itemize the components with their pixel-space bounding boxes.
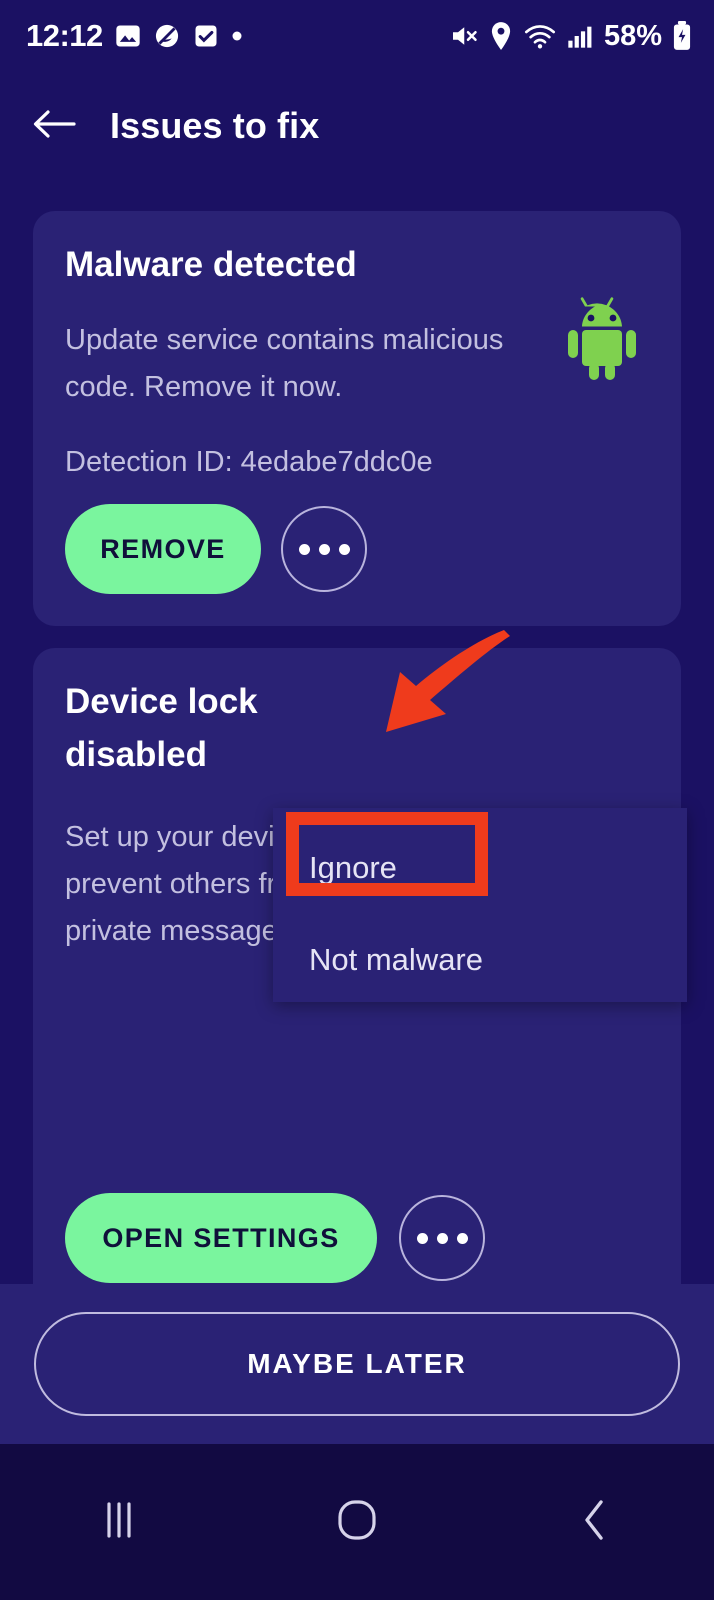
app-bar: Issues to fix — [0, 72, 714, 180]
dot-1 — [416, 1232, 428, 1244]
status-bar-right: 58% — [448, 20, 692, 53]
home-icon — [336, 1497, 378, 1548]
wifi-icon — [524, 22, 556, 50]
dot-1 — [298, 543, 310, 555]
nav-home-button[interactable] — [302, 1467, 412, 1577]
android-navigation-bar — [0, 1444, 714, 1600]
menu-item-not-malware[interactable]: Not malware — [309, 942, 483, 978]
signal-icon — [566, 22, 594, 50]
detection-id-text: Detection ID: 4edabe7ddc0e — [65, 446, 433, 478]
malware-more-options-button[interactable] — [281, 506, 367, 592]
status-bar-left: 12:12 — [26, 18, 243, 54]
battery-charging-icon — [672, 21, 692, 51]
photo-icon — [114, 22, 142, 50]
phone-screen: 12:12 58% Issues to fix Malware detected… — [0, 0, 714, 1600]
battery-percent: 58% — [603, 19, 662, 52]
nav-back-icon — [579, 1497, 611, 1548]
nav-back-button[interactable] — [540, 1467, 650, 1577]
menu-item-ignore[interactable]: Ignore — [309, 850, 397, 886]
status-bar-clock: 12:12 — [26, 18, 103, 53]
card-title: Device lock disabled — [65, 682, 258, 774]
card-title: Malware detected — [65, 245, 357, 284]
mute-icon — [448, 21, 478, 51]
do-not-disturb-icon — [153, 22, 181, 50]
dot-2 — [436, 1232, 448, 1244]
remove-button[interactable]: REMOVE — [65, 504, 261, 594]
issues-list: Malware detected Update service contains… — [0, 180, 714, 1600]
status-bar: 12:12 58% — [0, 0, 714, 72]
card-malware-detected[interactable]: Malware detected Update service contains… — [33, 211, 681, 626]
bottom-action-bar: MAYBE LATER — [0, 1284, 714, 1444]
android-robot-icon — [563, 294, 641, 385]
location-icon — [488, 21, 514, 51]
dot-2 — [318, 543, 330, 555]
page-title: Issues to fix — [110, 105, 320, 146]
dot-icon — [231, 30, 243, 42]
open-settings-button[interactable]: OPEN SETTINGS — [65, 1193, 377, 1283]
recents-icon — [102, 1499, 136, 1546]
checkbox-icon — [192, 22, 220, 50]
back-button[interactable] — [18, 90, 90, 162]
card-description: Update service contains malicious code. … — [65, 324, 504, 403]
devicelock-more-options-button[interactable] — [399, 1195, 485, 1281]
dot-3 — [338, 543, 350, 555]
dot-3 — [456, 1232, 468, 1244]
back-arrow-icon — [30, 104, 78, 149]
nav-recents-button[interactable] — [64, 1467, 174, 1577]
more-options-popup-menu[interactable]: Ignore Not malware — [273, 808, 687, 1002]
maybe-later-button[interactable]: MAYBE LATER — [34, 1312, 680, 1416]
